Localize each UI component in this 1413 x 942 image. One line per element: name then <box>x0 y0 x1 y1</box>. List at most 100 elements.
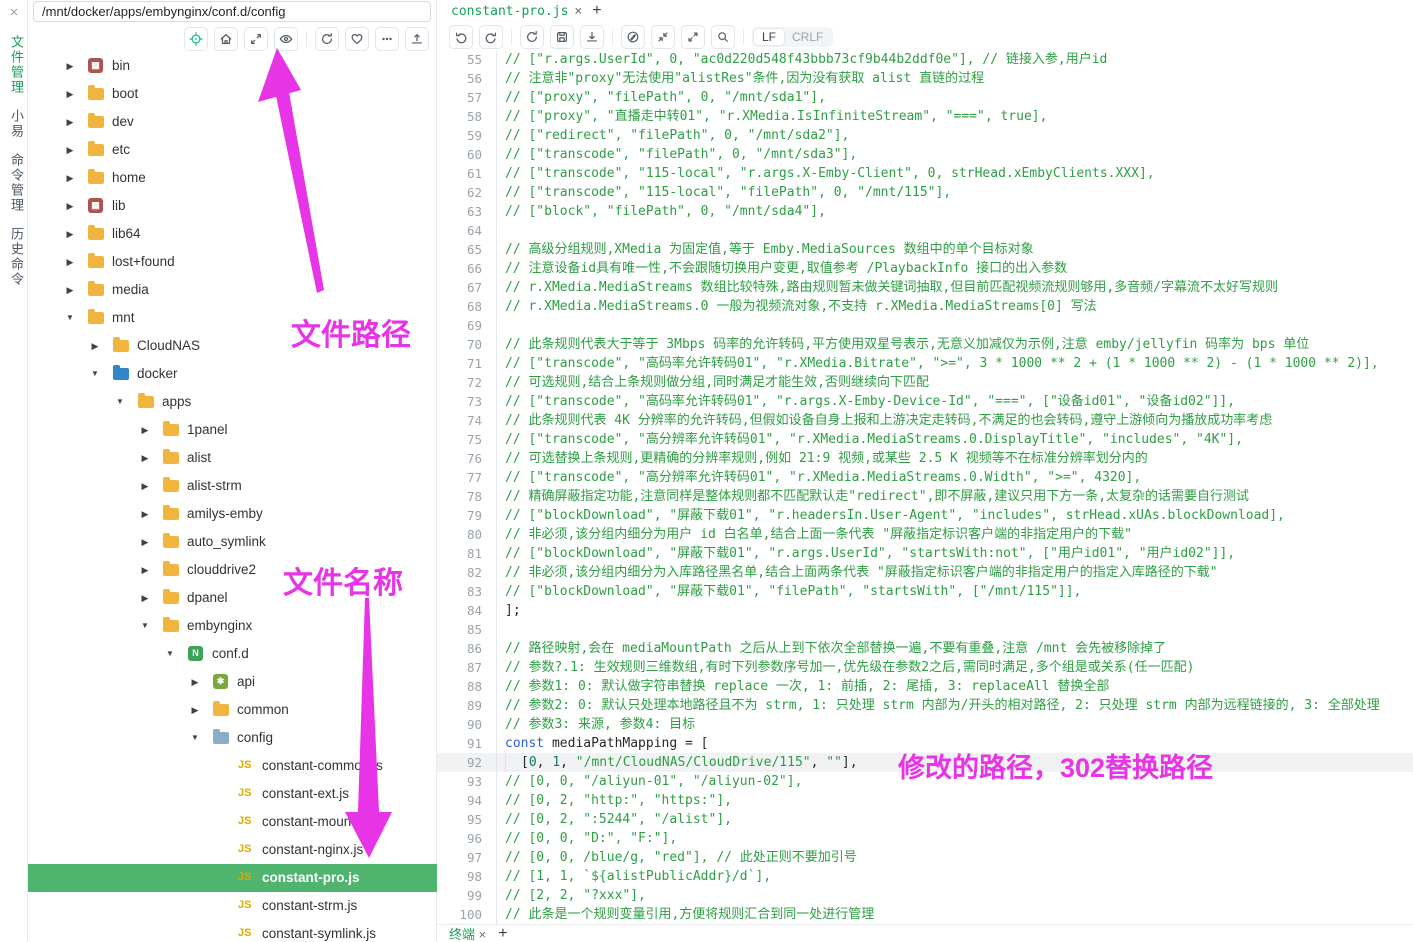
code-line-99[interactable]: 99// [2, 2, "?xxx"], <box>437 886 1413 905</box>
code-line-70[interactable]: 70// 此条规则代表大于等于 3Mbps 码率的允许转码,平方使用双星号表示,… <box>437 335 1413 354</box>
code-line-97[interactable]: 97// [0, 0, /blue/g, "red"], // 此处正则不要加引… <box>437 848 1413 867</box>
side-tab-command-manager[interactable]: 命令管理 <box>7 153 26 213</box>
code-line-63[interactable]: 63// ["block", "filePath", 0, "/mnt/sda4… <box>437 202 1413 221</box>
code-line-95[interactable]: 95// [0, 2, ":5244", "/alist"], <box>437 810 1413 829</box>
tree-item-dpanel[interactable]: ▶dpanel <box>28 584 437 612</box>
code-line-96[interactable]: 96// [0, 0, "D:", "F:"], <box>437 829 1413 848</box>
code-line-73[interactable]: 73// ["transcode", "高码率允许转码01", "r.args.… <box>437 392 1413 411</box>
tree-item-clouddrive2[interactable]: ▶clouddrive2 <box>28 556 437 584</box>
terminal-tab[interactable]: 终端 × <box>449 924 486 942</box>
code-line-91[interactable]: 91const mediaPathMapping = [ <box>437 734 1413 753</box>
tree-item-home[interactable]: ▶home <box>28 164 437 192</box>
tree-item-conf-d[interactable]: ▼Nconf.d <box>28 640 437 668</box>
tree-item-boot[interactable]: ▶boot <box>28 80 437 108</box>
new-tab-button[interactable]: + <box>592 2 601 20</box>
more-button[interactable] <box>375 27 399 51</box>
save-button[interactable] <box>550 25 574 49</box>
refresh-button[interactable] <box>315 27 339 51</box>
path-input[interactable]: /mnt/docker/apps/embynginx/conf.d/config <box>33 1 431 22</box>
line-ending-crlf[interactable]: CRLF <box>784 29 831 45</box>
side-tab-history-commands[interactable]: 历史命令 <box>7 227 26 287</box>
tree-item-constant-nginx-js[interactable]: JSconstant-nginx.js <box>28 836 437 864</box>
code-line-100[interactable]: 100// 此条是一个规则变量引用,方便将规则汇合到同一处进行管理 <box>437 905 1413 924</box>
code-line-57[interactable]: 57// ["proxy", "filePath", 0, "/mnt/sda1… <box>437 88 1413 107</box>
collapse-arrow-icon[interactable]: ▼ <box>114 397 126 406</box>
code-line-92[interactable]: 92[0, 1, "/mnt/CloudNAS/CloudDrive/115",… <box>437 753 1413 772</box>
reload-file-button[interactable] <box>520 25 544 49</box>
expand-arrow-icon[interactable]: ▶ <box>64 257 76 268</box>
expand-arrow-icon[interactable]: ▶ <box>139 425 151 436</box>
tree-item-api[interactable]: ▶✱api <box>28 668 437 696</box>
code-line-68[interactable]: 68// r.XMedia.MediaStreams.0 一般为视频流对象,不支… <box>437 297 1413 316</box>
tree-item-constant-pro-js[interactable]: JSconstant-pro.js <box>28 864 437 892</box>
expand-arrow-icon[interactable]: ▶ <box>64 89 76 100</box>
code-line-98[interactable]: 98// [1, 1, `${alistPublicAddr}/d`], <box>437 867 1413 886</box>
code-editor[interactable]: 55// ["r.args.UserId", 0, "ac0d220d548f4… <box>437 50 1413 924</box>
expand-arrow-icon[interactable]: ▶ <box>64 201 76 212</box>
code-line-78[interactable]: 78// 精确屏蔽指定功能,注意同样是整体规则都不匹配默认走"redirect"… <box>437 487 1413 506</box>
code-line-76[interactable]: 76// 可选替换上条规则,更精确的分辨率规则,例如 21:9 视频,或某些 2… <box>437 449 1413 468</box>
code-line-94[interactable]: 94// [0, 2, "http:", "https:"], <box>437 791 1413 810</box>
code-line-75[interactable]: 75// ["transcode", "高分辨率允许转码01", "r.XMed… <box>437 430 1413 449</box>
code-line-77[interactable]: 77// ["transcode", "高分辨率允许转码01", "r.XMed… <box>437 468 1413 487</box>
code-line-69[interactable]: 69 <box>437 316 1413 335</box>
tree-item-amilys-emby[interactable]: ▶amilys-emby <box>28 500 437 528</box>
home-button[interactable] <box>214 27 238 51</box>
collapse-arrow-icon[interactable]: ▼ <box>64 313 76 322</box>
tree-item-auto-symlink[interactable]: ▶auto_symlink <box>28 528 437 556</box>
tree-item-embynginx[interactable]: ▼embynginx <box>28 612 437 640</box>
tree-item-dev[interactable]: ▶dev <box>28 108 437 136</box>
expand-arrow-icon[interactable]: ▶ <box>139 509 151 520</box>
tree-item-lost-found[interactable]: ▶lost+found <box>28 248 437 276</box>
expand-arrow-icon[interactable]: ▶ <box>64 285 76 296</box>
tree-item-lib[interactable]: ▶▦lib <box>28 192 437 220</box>
tree-item-etc[interactable]: ▶etc <box>28 136 437 164</box>
tree-item-mnt[interactable]: ▼mnt <box>28 304 437 332</box>
terminal-close-icon[interactable]: × <box>479 927 487 942</box>
favorite-button[interactable] <box>345 27 369 51</box>
tree-item-alist[interactable]: ▶alist <box>28 444 437 472</box>
code-line-71[interactable]: 71// ["transcode", "高码率允许转码01", "r.XMedi… <box>437 354 1413 373</box>
expand-arrow-icon[interactable]: ▶ <box>189 677 201 688</box>
expand-arrow-icon[interactable]: ▶ <box>64 117 76 128</box>
code-line-89[interactable]: 89// 参数2: 0: 默认只处理本地路径且不为 strm, 1: 只处理 s… <box>437 696 1413 715</box>
download-button[interactable] <box>580 25 604 49</box>
expand-arrow-icon[interactable]: ▶ <box>189 705 201 716</box>
edit-mode-button[interactable] <box>621 25 645 49</box>
tree-item-alist-strm[interactable]: ▶alist-strm <box>28 472 437 500</box>
panel-close-icon[interactable]: × <box>0 0 28 21</box>
tree-item-docker[interactable]: ▼docker <box>28 360 437 388</box>
expand-arrow-icon[interactable]: ▶ <box>139 565 151 576</box>
tree-item-bin[interactable]: ▶▦bin <box>28 52 437 80</box>
code-line-93[interactable]: 93// [0, 0, "/aliyun-01", "/aliyun-02"], <box>437 772 1413 791</box>
collapse-arrow-icon[interactable]: ▼ <box>189 733 201 742</box>
redo-button[interactable] <box>479 25 503 49</box>
code-line-59[interactable]: 59// ["redirect", "filePath", 0, "/mnt/s… <box>437 126 1413 145</box>
collapse-arrow-icon[interactable]: ▼ <box>139 621 151 630</box>
code-line-87[interactable]: 87// 参数?.1: 生效规则三维数组,有时下列参数序号加一,优先级在参数2之… <box>437 658 1413 677</box>
jump-path-button[interactable] <box>244 27 268 51</box>
code-line-61[interactable]: 61// ["transcode", "115-local", "r.args.… <box>437 164 1413 183</box>
expand-button[interactable] <box>681 25 705 49</box>
tree-item-constant-ext-js[interactable]: JSconstant-ext.js <box>28 780 437 808</box>
tree-item-apps[interactable]: ▼apps <box>28 388 437 416</box>
tree-item-media[interactable]: ▶media <box>28 276 437 304</box>
side-tab-file-manager[interactable]: 文件管理 <box>7 35 26 95</box>
undo-button[interactable] <box>449 25 473 49</box>
collapse-arrow-icon[interactable]: ▼ <box>164 649 176 658</box>
expand-arrow-icon[interactable]: ▶ <box>89 341 101 352</box>
code-line-66[interactable]: 66// 注意设备id具有唯一性,不会跟随切换用户变更,取值参考 /Playba… <box>437 259 1413 278</box>
code-line-86[interactable]: 86// 路径映射,会在 mediaMountPath 之后从上到下依次全部替换… <box>437 639 1413 658</box>
tree-item-cloudnas[interactable]: ▶CloudNAS <box>28 332 437 360</box>
expand-arrow-icon[interactable]: ▶ <box>64 61 76 72</box>
preview-eye-button[interactable] <box>274 27 298 51</box>
code-line-55[interactable]: 55// ["r.args.UserId", 0, "ac0d220d548f4… <box>437 50 1413 69</box>
code-line-56[interactable]: 56// 注意非"proxy"无法使用"alistRes"条件,因为没有获取 a… <box>437 69 1413 88</box>
tree-item-constant-symlink-js[interactable]: JSconstant-symlink.js <box>28 920 437 942</box>
search-button[interactable] <box>711 25 735 49</box>
code-line-72[interactable]: 72// 可选规则,结合上条规则做分组,同时满足才能生效,否则继续向下匹配 <box>437 373 1413 392</box>
expand-arrow-icon[interactable]: ▶ <box>139 537 151 548</box>
code-line-74[interactable]: 74// 此条规则代表 4K 分辨率的允许转码,但假如设备自身上报和上游决定走转… <box>437 411 1413 430</box>
expand-arrow-icon[interactable]: ▶ <box>64 145 76 156</box>
code-line-67[interactable]: 67// r.XMedia.MediaStreams 数组比较特殊,路由规则暂未… <box>437 278 1413 297</box>
